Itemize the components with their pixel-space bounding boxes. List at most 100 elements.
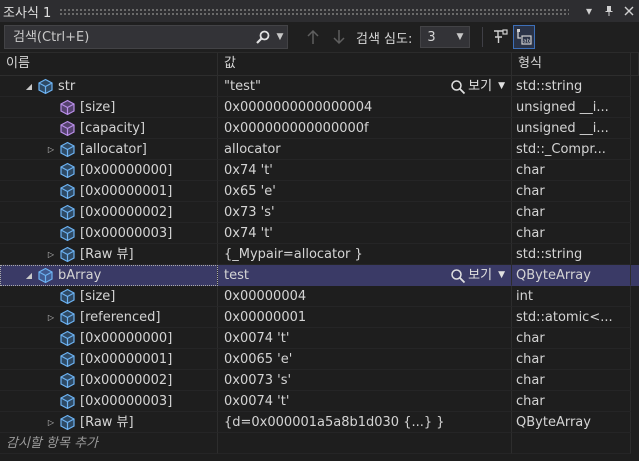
value-cell[interactable]: 0x65 'e'	[218, 181, 512, 202]
type-cell[interactable]: int	[512, 286, 631, 307]
value-cell[interactable]: 0x0074 't'	[218, 391, 512, 412]
watch-row[interactable]: ▷ [referenced] 0x00000001 std::atomic<...	[0, 307, 639, 328]
value-cell[interactable]: 0x00000001	[218, 307, 512, 328]
collapsed-triangle-icon[interactable]: ▷	[44, 244, 58, 264]
watch-row[interactable]: [0x00000001] 0x65 'e' char	[0, 181, 639, 202]
value-cell[interactable]: allocator	[218, 139, 512, 160]
name-cell[interactable]: [0x00000002]	[0, 202, 218, 223]
type-cell[interactable]: char	[512, 181, 631, 202]
type-cell[interactable]: unsigned __i...	[512, 118, 631, 139]
value-cell[interactable]: 0x0074 't'	[218, 328, 512, 349]
watch-row[interactable]: ◢ str "test" 보기 ▼ std::string	[0, 76, 639, 97]
type-cell[interactable]: unsigned __i...	[512, 97, 631, 118]
name-cell[interactable]: [size]	[0, 97, 218, 118]
type-cell[interactable]: std::atomic<...	[512, 307, 631, 328]
value-cell[interactable]: 0x00000004	[218, 286, 512, 307]
type-cell[interactable]: char	[512, 160, 631, 181]
type-cell[interactable]: std::string	[512, 76, 631, 97]
variable-name: [0x00000003]	[80, 393, 173, 409]
watch-row[interactable]: [0x00000001] 0x0065 'e' char	[0, 349, 639, 370]
visualizer-button[interactable]: 보기 ▼	[450, 265, 505, 285]
collapsed-triangle-icon[interactable]: ▷	[44, 307, 58, 327]
type-cell[interactable]: char	[512, 328, 631, 349]
name-cell[interactable]: [0x00000002]	[0, 370, 218, 391]
value-cell[interactable]: 0x74 't'	[218, 160, 512, 181]
name-cell[interactable]: [0x00000003]	[0, 391, 218, 412]
variable-name: [0x00000000]	[80, 162, 173, 178]
type-cell[interactable]: char	[512, 349, 631, 370]
search-options-chevron-down-icon[interactable]: ▼	[273, 26, 287, 48]
column-header-value[interactable]: 값	[218, 53, 512, 75]
pin-to-source-icon[interactable]	[489, 25, 511, 49]
collapsed-triangle-icon[interactable]: ▷	[44, 412, 58, 432]
add-watch-row[interactable]: 감시할 항목 추가	[0, 433, 639, 454]
watch-row[interactable]: ▷ [allocator] allocator std::_Compr...	[0, 139, 639, 160]
window-menu-chevron-down-icon[interactable]: ▾	[579, 0, 599, 22]
name-cell[interactable]: ▷ [Raw 뷰]	[0, 244, 218, 265]
watch-row[interactable]: [0x00000002] 0x0073 's' char	[0, 370, 639, 391]
watch-row[interactable]: ◢ bArray test 보기 ▼ QByteArray	[0, 265, 639, 286]
watch-row[interactable]: [size] 0x0000000000000004 unsigned __i...	[0, 97, 639, 118]
type-cell[interactable]: char	[512, 391, 631, 412]
titlebar-grip[interactable]	[59, 7, 569, 15]
type-cell[interactable]: char	[512, 223, 631, 244]
name-cell[interactable]: [0x00000000]	[0, 328, 218, 349]
value-cell[interactable]: "test" 보기 ▼	[218, 76, 512, 97]
value-cell[interactable]: {_Mypair=allocator }	[218, 244, 512, 265]
watch-row[interactable]: [0x00000000] 0x0074 't' char	[0, 328, 639, 349]
name-cell[interactable]: ▷ [referenced]	[0, 307, 218, 328]
name-cell[interactable]: [0x00000003]	[0, 223, 218, 244]
watch-row[interactable]: ▷ [Raw 뷰] {d=0x000001a5a8b1d030 {...} } QBy…	[0, 412, 639, 433]
object-cube-icon	[58, 161, 76, 179]
search-input[interactable]	[5, 28, 253, 46]
name-cell[interactable]: ◢ str	[0, 76, 218, 97]
collapsed-triangle-icon[interactable]: ▷	[44, 139, 58, 159]
visualizer-button[interactable]: 보기 ▼	[450, 76, 505, 96]
type-cell[interactable]: std::string	[512, 244, 631, 265]
watch-row[interactable]: [size] 0x00000004 int	[0, 286, 639, 307]
pin-icon[interactable]	[599, 0, 619, 22]
expanded-triangle-icon[interactable]: ◢	[22, 265, 36, 285]
value-cell[interactable]: 0x74 't'	[218, 223, 512, 244]
name-cell[interactable]: [size]	[0, 286, 218, 307]
value-cell[interactable]: 0x0000000000000004	[218, 97, 512, 118]
close-icon[interactable]	[619, 0, 639, 22]
name-cell[interactable]: [0x00000001]	[0, 181, 218, 202]
expanded-triangle-icon[interactable]: ◢	[22, 76, 36, 96]
value-cell[interactable]: 0x0065 'e'	[218, 349, 512, 370]
variable-value: 0x0074 't'	[224, 331, 290, 346]
type-cell[interactable]: QByteArray	[512, 412, 631, 433]
value-cell[interactable]: test 보기 ▼	[218, 265, 512, 286]
value-cell[interactable]: 0x000000000000000f	[218, 118, 512, 139]
watch-row[interactable]: ▷ [Raw 뷰] {_Mypair=allocator } std::string	[0, 244, 639, 265]
watch-row[interactable]: [0x00000003] 0x0074 't' char	[0, 391, 639, 412]
field-cube-icon	[58, 98, 76, 116]
search-previous-arrow-up-icon[interactable]	[300, 25, 326, 49]
view-raw-structure-icon[interactable]: ab	[513, 25, 536, 49]
type-cell[interactable]: std::_Compr...	[512, 139, 631, 160]
search-depth-select[interactable]: 3 ▼	[420, 26, 471, 48]
type-cell[interactable]: QByteArray	[512, 265, 631, 286]
name-cell[interactable]: [capacity]	[0, 118, 218, 139]
name-cell[interactable]: ▷ [Raw 뷰]	[0, 412, 218, 433]
column-header-name[interactable]: 이름	[0, 53, 218, 75]
type-cell[interactable]: char	[512, 370, 631, 391]
name-cell[interactable]: [0x00000001]	[0, 349, 218, 370]
column-header-type[interactable]: 형식	[512, 53, 631, 75]
watch-row[interactable]: [0x00000003] 0x74 't' char	[0, 223, 639, 244]
name-cell[interactable]: ▷ [allocator]	[0, 139, 218, 160]
watch-row[interactable]: [0x00000002] 0x73 's' char	[0, 202, 639, 223]
variable-name: [0x00000000]	[80, 330, 173, 346]
watch-row[interactable]: [capacity] 0x000000000000000f unsigned __i…	[0, 118, 639, 139]
name-cell[interactable]: [0x00000000]	[0, 160, 218, 181]
watch-row[interactable]: [0x00000000] 0x74 't' char	[0, 160, 639, 181]
search-icon[interactable]	[253, 26, 273, 48]
add-watch-placeholder[interactable]: 감시할 항목 추가	[0, 433, 218, 454]
type-cell[interactable]: char	[512, 202, 631, 223]
search-next-arrow-down-icon[interactable]	[326, 25, 352, 49]
value-cell[interactable]: 0x73 's'	[218, 202, 512, 223]
name-cell[interactable]: ◢ bArray	[0, 265, 218, 286]
value-cell[interactable]: {d=0x000001a5a8b1d030 {...} }	[218, 412, 512, 433]
value-cell[interactable]: 0x0073 's'	[218, 370, 512, 391]
